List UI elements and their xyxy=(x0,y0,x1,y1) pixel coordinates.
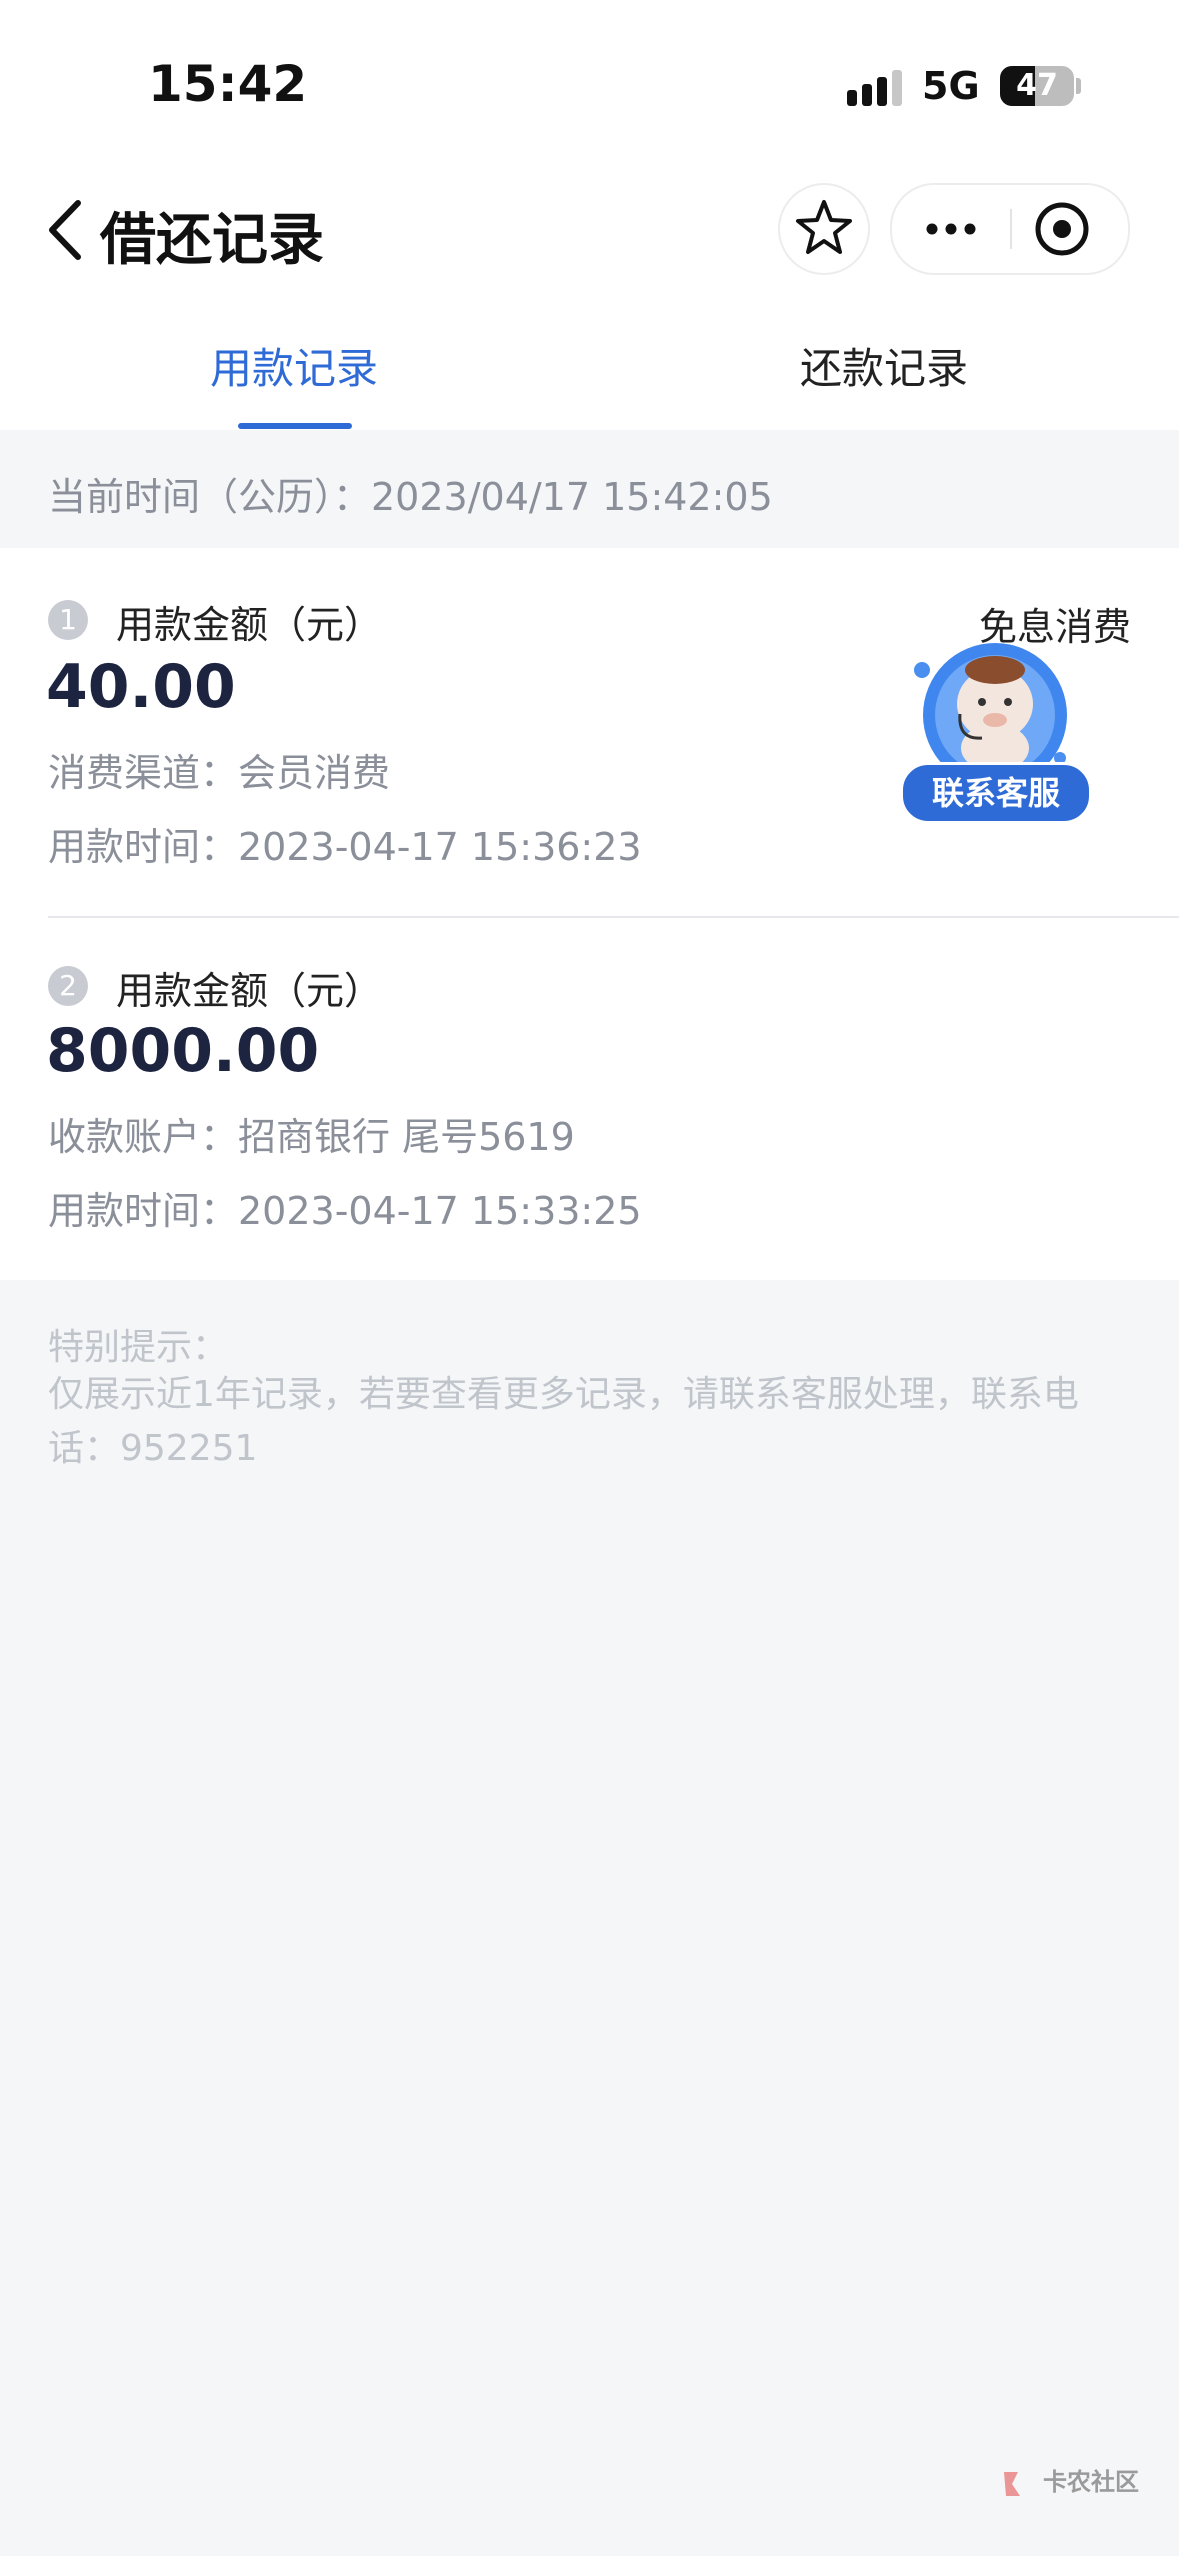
status-bar: 15:42 5G 47 xyxy=(0,0,1179,165)
status-time: 15:42 xyxy=(148,55,308,113)
current-time: 当前时间（公历）：2023/04/17 15:42:05 xyxy=(48,475,773,519)
more-icon[interactable] xyxy=(892,185,1010,273)
watermark-logo: 卡农社区 xyxy=(1000,2462,1139,2502)
record-index-badge: 2 xyxy=(48,966,88,1006)
row-divider xyxy=(48,916,1179,918)
battery-tip xyxy=(1076,78,1081,94)
notice-title: 特别提示： xyxy=(48,1327,229,1368)
customer-service-label: 联系客服 xyxy=(900,762,1092,824)
mascot-avatar-icon xyxy=(914,643,1067,780)
close-target-icon[interactable] xyxy=(1012,185,1128,273)
record-channel: 消费渠道：会员消费 xyxy=(48,751,391,795)
tab-borrow-records[interactable]: 用款记录 xyxy=(210,335,378,396)
navigation-bar: 借还记录 xyxy=(0,165,1179,379)
star-icon xyxy=(796,200,852,254)
amount-value: 40.00 xyxy=(46,652,236,722)
amount-label: 用款金额（元） xyxy=(116,969,383,1013)
amount-label: 用款金额（元） xyxy=(116,603,383,647)
record-tabs: 用款记录 还款记录 xyxy=(0,295,1179,430)
watermark-text: 卡农社区 xyxy=(1043,2468,1139,2496)
battery-icon: 47 xyxy=(1000,66,1074,106)
watermark-icon xyxy=(1004,2472,1020,2496)
network-type: 5G xyxy=(922,64,980,108)
back-arrow-icon[interactable] xyxy=(42,195,92,265)
record-time: 用款时间：2023-04-17 15:33:25 xyxy=(48,1189,642,1233)
page-title: 借还记录 xyxy=(100,208,324,273)
notice-body: 仅展示近1年记录，若要查看更多记录，请联系客服处理，联系电话：952251 xyxy=(48,1374,1079,1469)
amount-value: 8000.00 xyxy=(46,1016,320,1086)
battery-level: 47 xyxy=(1016,68,1058,103)
mini-program-capsule xyxy=(890,183,1130,275)
active-tab-indicator xyxy=(238,423,352,429)
favorite-button[interactable] xyxy=(778,183,870,275)
record-index-badge: 1 xyxy=(48,600,88,640)
record-account: 收款账户：招商银行 尾号5619 xyxy=(48,1115,575,1159)
signal-icon xyxy=(847,70,902,106)
tab-repay-records[interactable]: 还款记录 xyxy=(800,335,968,396)
customer-service-button[interactable]: 联系客服 xyxy=(900,640,1092,825)
record-time: 用款时间：2023-04-17 15:36:23 xyxy=(48,825,642,869)
